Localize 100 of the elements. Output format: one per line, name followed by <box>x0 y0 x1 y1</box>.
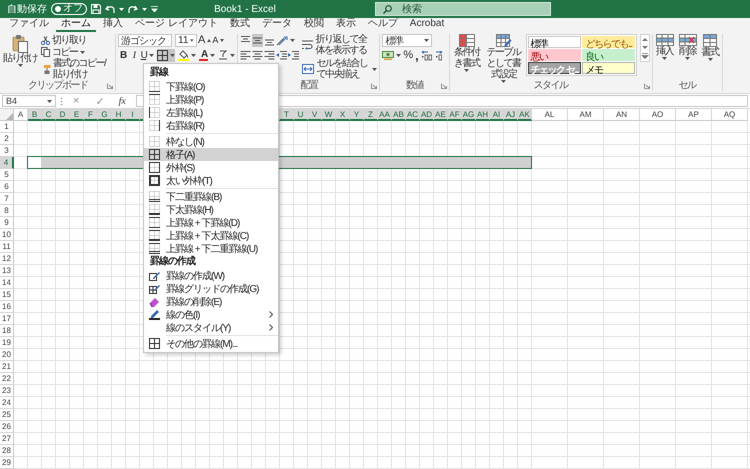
insert-function-button[interactable]: fx <box>114 96 130 106</box>
menu-item[interactable]: 上罫線 + 下罫線(D) <box>144 216 278 229</box>
tab[interactable]: ファイル <box>4 18 54 32</box>
menu-item[interactable]: 外枠(S) <box>144 161 278 174</box>
row-header[interactable]: 22 <box>0 373 14 385</box>
tab[interactable]: データ <box>256 18 297 32</box>
column-header[interactable]: AP <box>676 109 712 121</box>
row-header[interactable]: 25 <box>0 409 14 421</box>
orientation-button[interactable] <box>276 34 296 47</box>
menu-item[interactable]: その他の罫線(M)... <box>144 337 278 350</box>
merge-center-button[interactable]: セルを結合して中央揃え <box>302 58 378 80</box>
dialog-launcher-icon[interactable] <box>440 83 447 89</box>
format-button[interactable]: 書式 <box>700 34 720 61</box>
column-header[interactable]: AF <box>448 109 462 121</box>
font-name-field[interactable]: 游ゴシック <box>118 34 172 47</box>
phonetic-guide-button[interactable] <box>218 49 236 62</box>
accounting-button[interactable] <box>382 49 402 62</box>
decrease-indent-button[interactable] <box>276 49 288 62</box>
row-header[interactable]: 24 <box>0 397 14 409</box>
menu-item[interactable]: 左罫線(L) <box>144 106 278 119</box>
column-header[interactable]: V <box>308 109 322 121</box>
cell-style[interactable]: 良い <box>582 49 635 61</box>
tab[interactable]: 数式 <box>224 18 255 32</box>
column-header[interactable]: AL <box>532 109 568 121</box>
font-size-field[interactable]: 11 <box>175 34 197 47</box>
menu-item[interactable]: 右罫線(R) <box>144 119 278 132</box>
row-header[interactable]: 14 <box>0 277 14 289</box>
dialog-launcher-icon[interactable] <box>107 83 113 89</box>
menu-item[interactable]: 下罫線(O) <box>144 80 278 93</box>
scroll-down-icon[interactable] <box>640 45 649 50</box>
cell-style[interactable]: メモ <box>582 62 635 74</box>
column-header[interactable]: AM <box>568 109 604 121</box>
row-header[interactable]: 27 <box>0 433 14 445</box>
menu-item[interactable]: 上罫線(P) <box>144 93 278 106</box>
column-header[interactable]: Y <box>350 109 364 121</box>
scroll-up-icon[interactable] <box>640 37 649 42</box>
column-header[interactable]: I <box>126 109 140 121</box>
wrap-text-button[interactable]: 折り返して全体を表示する <box>302 34 378 56</box>
row-header[interactable]: 9 <box>0 217 14 229</box>
row-header[interactable]: 2 <box>0 133 14 145</box>
conditional-formatting-button[interactable]: 条件付き書式 <box>452 34 482 72</box>
row-header[interactable]: 18 <box>0 325 14 337</box>
menu-item[interactable]: 線のスタイル(Y) <box>144 321 278 334</box>
row-header[interactable]: 12 <box>0 253 14 265</box>
column-header[interactable]: AA <box>378 109 392 121</box>
menu-item[interactable]: 格子(A) <box>144 148 278 161</box>
row-header[interactable]: 28 <box>0 445 14 457</box>
column-header[interactable]: F <box>84 109 98 121</box>
row-header[interactable]: 6 <box>0 181 14 193</box>
menu-item[interactable]: 罫線の作成(W) <box>144 269 278 282</box>
row-header[interactable]: 20 <box>0 349 14 361</box>
delete-button[interactable]: 削除 <box>678 34 698 60</box>
column-header[interactable]: Z <box>364 109 378 121</box>
row-header[interactable]: 15 <box>0 289 14 301</box>
row-header[interactable]: 4 <box>0 157 14 169</box>
column-header[interactable]: T <box>280 109 294 121</box>
horizontal-align-button[interactable] <box>264 49 276 62</box>
column-header[interactable]: W <box>322 109 336 121</box>
menu-item[interactable]: 上罫線 + 下二重罫線(U) <box>144 242 278 255</box>
row-header[interactable]: 5 <box>0 169 14 181</box>
menu-item[interactable]: 下二重罫線(B) <box>144 190 278 203</box>
column-header[interactable]: C <box>42 109 56 121</box>
row-header[interactable]: 8 <box>0 205 14 217</box>
paste-button[interactable]: 貼り付け <box>2 34 38 67</box>
format-painter-button[interactable]: 書式のコピー/貼り付け <box>41 58 113 80</box>
cell-style[interactable]: 悪い <box>528 49 582 61</box>
horizontal-align-button[interactable] <box>252 49 264 62</box>
cell-style[interactable]: どちらでも... <box>582 36 635 48</box>
row-header[interactable]: 1 <box>0 121 14 133</box>
active-cell[interactable] <box>28 157 41 168</box>
font-color-button[interactable]: A <box>199 49 216 62</box>
copy-button[interactable]: コピー <box>41 46 113 58</box>
column-header[interactable]: AD <box>420 109 434 121</box>
menu-item[interactable]: 下太罫線(H) <box>144 203 278 216</box>
column-header[interactable]: A <box>14 109 28 121</box>
column-header[interactable]: AN <box>604 109 640 121</box>
dialog-launcher-icon[interactable] <box>644 83 650 89</box>
dialog-launcher-icon[interactable] <box>371 83 378 89</box>
column-header[interactable]: AK <box>518 109 532 121</box>
cell-style[interactable]: 標準 <box>528 36 582 48</box>
format-as-table-button[interactable]: テーブルとして書式設定 <box>484 34 523 83</box>
fill-color-button[interactable] <box>178 49 196 62</box>
insert-button[interactable]: 挿入 <box>654 34 675 60</box>
comma-button[interactable]: , <box>415 49 419 62</box>
column-header[interactable]: AE <box>434 109 448 121</box>
tab[interactable]: ページ レイアウト <box>130 18 223 32</box>
increase-indent-button[interactable] <box>288 49 300 62</box>
name-box[interactable]: B4 <box>2 95 56 107</box>
row-header[interactable]: 29 <box>0 457 14 469</box>
column-header[interactable]: G <box>98 109 112 121</box>
column-header[interactable]: AJ <box>504 109 518 121</box>
tab[interactable]: Acrobat <box>404 18 450 32</box>
bold-button[interactable]: B <box>118 49 128 62</box>
row-header[interactable]: 17 <box>0 313 14 325</box>
italic-button[interactable]: I <box>130 49 137 62</box>
row-header[interactable]: 19 <box>0 337 14 349</box>
percent-button[interactable]: % <box>403 49 414 62</box>
row-header[interactable]: 26 <box>0 421 14 433</box>
column-header[interactable]: B <box>28 109 42 121</box>
column-header[interactable]: E <box>70 109 84 121</box>
